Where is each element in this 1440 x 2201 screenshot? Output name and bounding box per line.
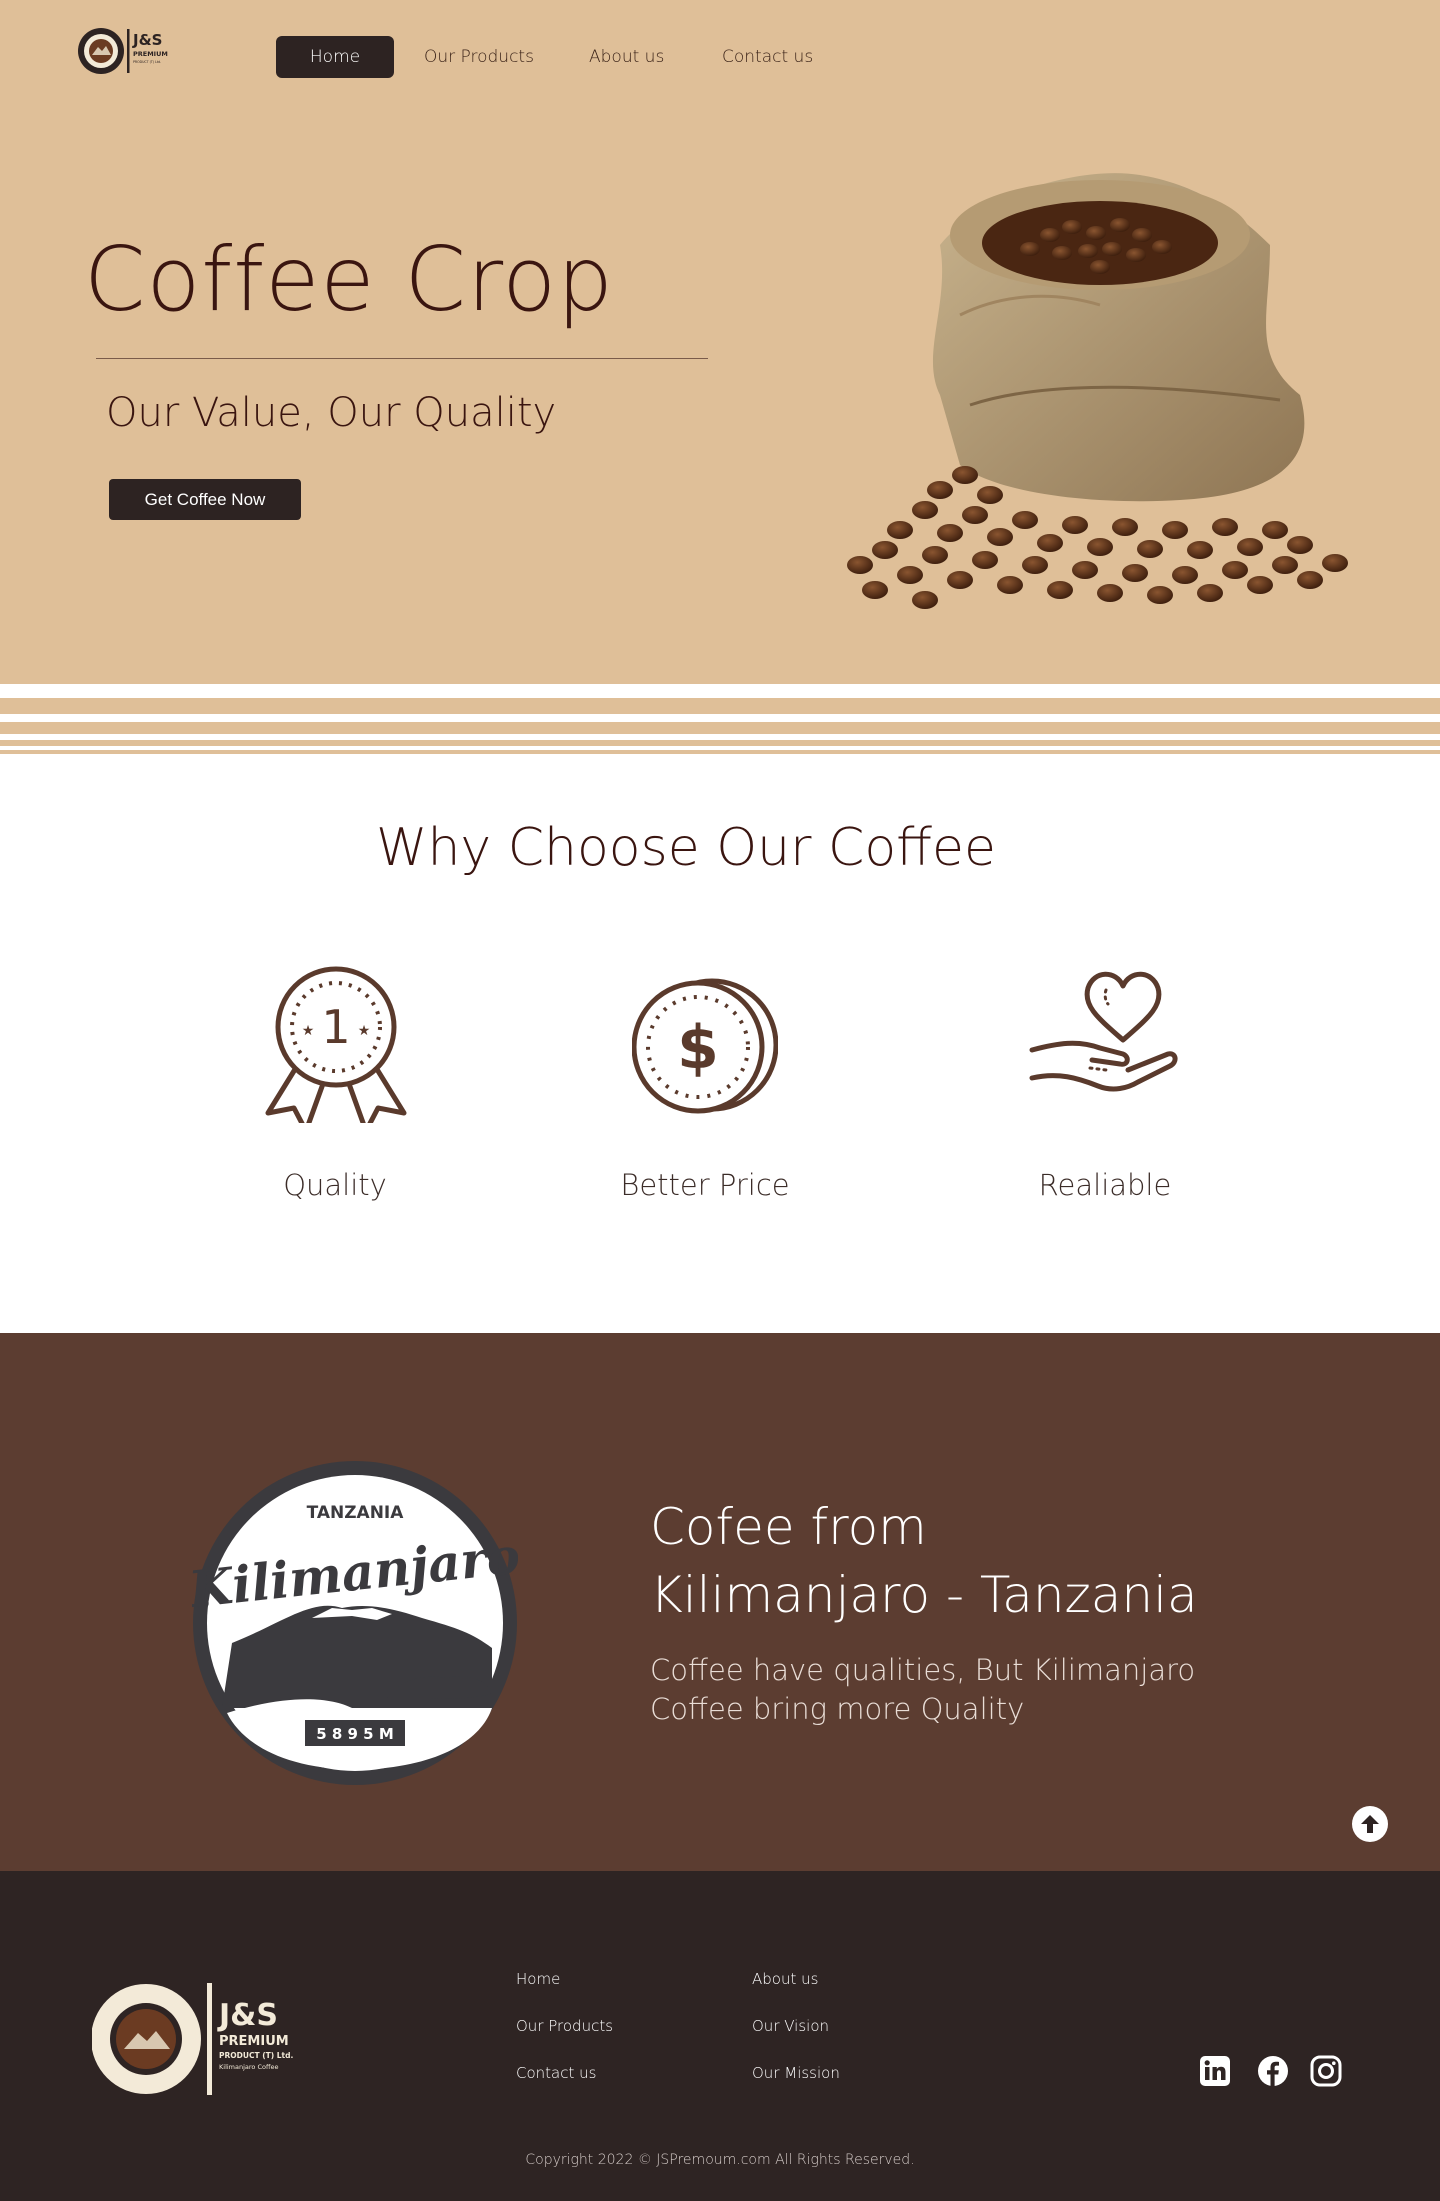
- footer-link-contact-us[interactable]: Contact us: [516, 2064, 596, 2082]
- brand-logo[interactable]: J&S PREMIUM PRODUCT (T) Ltd.: [76, 25, 168, 77]
- footer-link-our-mission[interactable]: Our Mission: [752, 2064, 840, 2082]
- footer-link-home[interactable]: Home: [516, 1970, 560, 1988]
- svg-text:1: 1: [321, 1000, 350, 1054]
- dollar-coins-icon: $: [632, 978, 778, 1114]
- svg-text:Kilimanjaro Coffee: Kilimanjaro Coffee: [219, 2063, 278, 2071]
- divider-stripe: [0, 740, 1440, 746]
- kilimanjaro-title-line2: Kilimanjaro - Tanzania: [650, 1566, 1198, 1624]
- hero-divider: [96, 358, 708, 359]
- kilimanjaro-badge-image: TANZANIA Kilimanjaro 5 8 9 5 M: [192, 1461, 518, 1785]
- instagram-icon[interactable]: [1310, 2055, 1342, 2087]
- svg-text:J&S: J&S: [132, 31, 162, 49]
- nav-home[interactable]: Home: [276, 36, 394, 78]
- facebook-icon[interactable]: [1257, 2055, 1289, 2087]
- footer: J&S PREMIUM PRODUCT (T) Ltd. Kilimanjaro…: [0, 1871, 1440, 2201]
- svg-text:PREMIUM: PREMIUM: [133, 50, 168, 58]
- feature-label-quality: Quality: [283, 1168, 387, 1202]
- feature-label-better-price: Better Price: [620, 1168, 790, 1202]
- kilimanjaro-title-line1: Cofee from: [650, 1498, 927, 1556]
- footer-link-our-vision[interactable]: Our Vision: [752, 2017, 829, 2035]
- scroll-to-top-button[interactable]: [1352, 1806, 1388, 1842]
- divider-stripe: [0, 750, 1440, 754]
- divider-stripe: [0, 698, 1440, 714]
- hand-heart-icon: [1029, 971, 1178, 1092]
- hero-section: J&S PREMIUM PRODUCT (T) Ltd. Home Our Pr…: [0, 0, 1440, 684]
- kilimanjaro-title: Cofee from Kilimanjaro - Tanzania: [650, 1493, 1350, 1629]
- nav-our-products[interactable]: Our Products: [424, 36, 534, 78]
- award-ribbon-icon: 1 ★ ★: [265, 966, 407, 1123]
- why-section-title: Why Choose Our Coffee: [376, 818, 996, 878]
- linkedin-icon[interactable]: [1199, 2055, 1231, 2087]
- svg-text:$: $: [677, 1013, 719, 1083]
- nav-contact-us[interactable]: Contact us: [722, 36, 813, 78]
- svg-text:PRODUCT (T) Ltd.: PRODUCT (T) Ltd.: [219, 2051, 294, 2060]
- kilimanjaro-section: TANZANIA Kilimanjaro 5 8 9 5 M Cofee fro…: [0, 1333, 1440, 1871]
- footer-link-our-products[interactable]: Our Products: [516, 2017, 613, 2035]
- feature-label-reliable: Realiable: [1038, 1168, 1172, 1202]
- svg-text:5 8 9 5 M: 5 8 9 5 M: [316, 1725, 394, 1743]
- divider-stripe: [0, 722, 1440, 734]
- coffee-sack-image: [847, 173, 1348, 609]
- kilimanjaro-description: Coffee have qualities, But Kilimanjaro C…: [650, 1653, 1196, 1726]
- svg-text:★: ★: [302, 1023, 315, 1039]
- svg-text:PRODUCT (T) Ltd.: PRODUCT (T) Ltd.: [133, 60, 161, 64]
- arrow-up-icon: [1361, 1815, 1379, 1833]
- svg-text:PREMIUM: PREMIUM: [219, 2034, 289, 2049]
- copyright-text: Copyright 2022 © JSPremoum.com All Right…: [525, 2152, 915, 2168]
- svg-text:TANZANIA: TANZANIA: [307, 1503, 405, 1523]
- svg-text:★: ★: [358, 1023, 371, 1039]
- footer-link-about-us[interactable]: About us: [752, 1970, 818, 1988]
- svg-text:J&S: J&S: [217, 1998, 278, 2033]
- hero-title: Coffee Crop: [84, 228, 614, 331]
- hero-subtitle: Our Value, Our Quality: [106, 390, 557, 436]
- get-coffee-button[interactable]: Get Coffee Now: [109, 479, 301, 520]
- footer-brand-logo[interactable]: J&S PREMIUM PRODUCT (T) Ltd. Kilimanjaro…: [92, 1981, 302, 2099]
- nav-about-us[interactable]: About us: [589, 36, 664, 78]
